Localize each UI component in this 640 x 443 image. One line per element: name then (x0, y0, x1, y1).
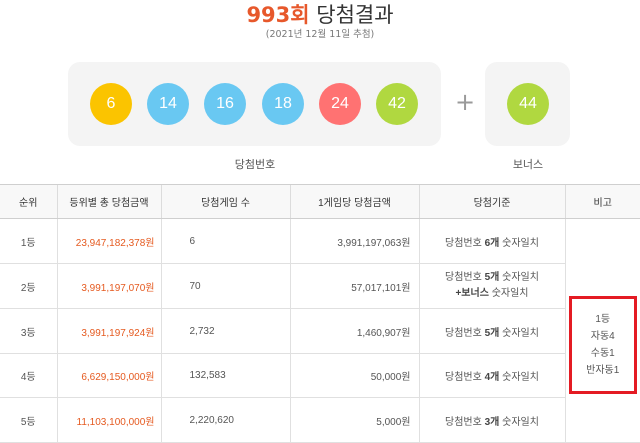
criteria-count: 4개 (484, 372, 500, 383)
total-amount-cell: 11,103,100,000원 (56, 397, 161, 443)
header-rank: 순위 (0, 184, 57, 219)
bonus-ball: 44 (507, 83, 549, 125)
winner-count-cell: 2,732 (160, 308, 290, 354)
criteria-prefix: 당첨번호 (445, 237, 485, 249)
note-line: 반자동1 (586, 364, 620, 376)
per-game-amount-cell: 3,991,197,063원 (289, 218, 419, 264)
winning-ball-1: 6 (90, 83, 132, 125)
criteria-suffix: 숫자일치 (499, 372, 539, 383)
draw-date: (2021년 12월 11일 추첨) (265, 29, 375, 40)
winner-count-cell: 132,583 (160, 353, 290, 398)
table-header-row: 순위 등위별 총 당첨금액 당첨게임 수 1게임당 당첨금액 당첨기준 비고 (0, 184, 640, 219)
header-per-game-amount: 1게임당 당첨금액 (289, 184, 419, 219)
per-game-amount-cell: 50,000원 (289, 353, 419, 398)
criteria-bonus: +보너스 (455, 288, 489, 299)
rank-cell: 5등 (0, 397, 57, 443)
criteria-prefix: 당첨번호 (445, 416, 485, 428)
total-amount-cell: 3,991,197,924원 (56, 308, 161, 354)
per-game-amount-cell: 1,460,907원 (289, 308, 419, 354)
criteria-cell: 당첨번호 3개 숫자일치 (418, 397, 565, 443)
plus-sign: + (455, 88, 476, 116)
bonus-number-panel: 44 (485, 62, 570, 146)
rank-cell: 2등 (0, 263, 57, 309)
criteria-suffix: 숫자일치 (499, 237, 539, 249)
criteria-suffix: 숫자일치 (499, 416, 539, 428)
table-row: 3등 3,991,197,924원 2,732 1,460,907원 당첨번호 … (0, 308, 640, 354)
criteria-suffix: 숫자일치 (499, 327, 539, 339)
title-text: 당첨결과 (316, 3, 394, 27)
table-row: 4등 6,629,150,000원 132,583 50,000원 당첨번호 4… (0, 353, 640, 398)
criteria-count: 5개 (484, 327, 500, 339)
note-line: 수동1 (590, 347, 615, 359)
winning-ball-2: 14 (147, 83, 189, 125)
note-line: 자동4 (590, 330, 615, 342)
per-game-amount-cell: 5,000원 (289, 397, 419, 443)
criteria-count: 6개 (484, 237, 500, 249)
prize-table: 순위 등위별 총 당첨금액 당첨게임 수 1게임당 당첨금액 당첨기준 비고 1… (0, 184, 640, 443)
winning-ball-5: 24 (319, 83, 361, 125)
rank-cell: 1등 (0, 218, 57, 264)
total-amount-cell: 3,991,197,070원 (56, 263, 161, 309)
winning-ball-4: 18 (262, 83, 304, 125)
header-note: 비고 (564, 184, 640, 219)
criteria-count: 3개 (484, 416, 500, 428)
winning-ball-3: 16 (204, 83, 246, 125)
total-amount-cell: 23,947,182,378원 (56, 218, 161, 264)
winner-count-cell: 70 (160, 263, 290, 309)
table-row: 1등 23,947,182,378원 6 3,991,197,063원 당첨번호… (0, 218, 640, 443)
table-row: 2등 3,991,197,070원 70 57,017,101원 당첨번호 5개… (0, 263, 640, 309)
criteria-prefix: 당첨번호 (445, 372, 485, 383)
page-title: 993회 당첨결과 (0, 2, 640, 28)
note-line: 1등 (595, 313, 611, 325)
criteria-prefix: 당첨번호 (445, 272, 485, 283)
criteria-cell: 당첨번호 5개 숫자일치 +보너스 숫자일치 (418, 263, 565, 309)
winner-count-cell: 6 (160, 218, 290, 264)
winner-count-cell: 2,220,620 (160, 397, 290, 443)
criteria-prefix: 당첨번호 (445, 327, 485, 339)
criteria-suffix: 숫자일치 (499, 272, 539, 283)
header-criteria: 당첨기준 (418, 184, 565, 219)
criteria-cell: 당첨번호 5개 숫자일치 (418, 308, 565, 354)
rank-cell: 3등 (0, 308, 57, 354)
table-row: 5등 11,103,100,000원 2,220,620 5,000원 당첨번호… (0, 397, 640, 443)
criteria-cell: 당첨번호 6개 숫자일치 (418, 218, 565, 264)
criteria-cell: 당첨번호 4개 숫자일치 (418, 353, 565, 398)
bonus-label: 보너스 (512, 158, 544, 171)
round-number: 993회 (246, 3, 310, 27)
winning-numbers-label: 당첨번호 (234, 158, 276, 171)
header-total-amount: 등위별 총 당첨금액 (56, 184, 161, 219)
winning-numbers-panel: 6 14 16 18 24 42 (68, 62, 441, 146)
criteria-count: 5개 (484, 272, 500, 283)
criteria-bonus-suffix: 숫자일치 (488, 288, 529, 299)
header-winner-count: 당첨게임 수 (160, 184, 290, 219)
total-amount-cell: 6,629,150,000원 (56, 353, 161, 398)
winning-ball-6: 42 (376, 83, 418, 125)
rank-cell: 4등 (0, 353, 57, 398)
note-cell: 1등 자동4 수동1 반자동1 (564, 218, 640, 443)
per-game-amount-cell: 57,017,101원 (289, 263, 419, 309)
note-box: 1등 자동4 수동1 반자동1 (568, 295, 637, 394)
